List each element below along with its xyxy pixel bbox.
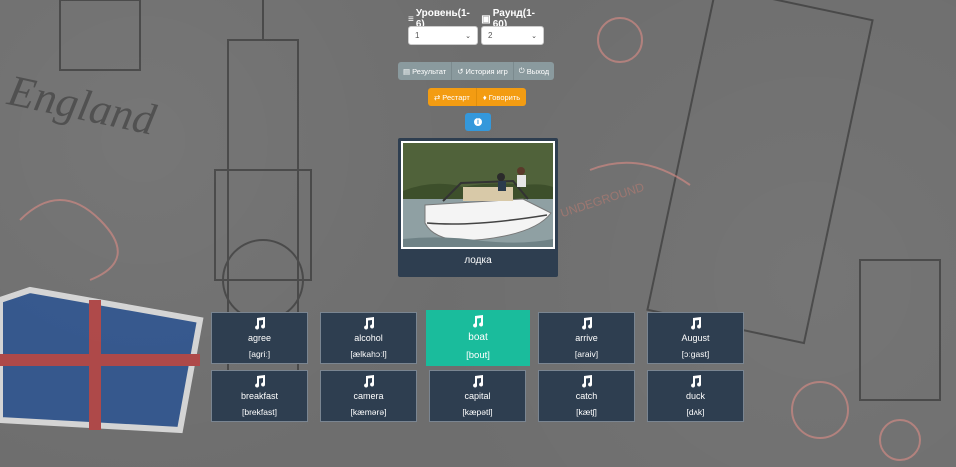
phonetic-text: [ɔːgast]	[681, 349, 710, 359]
word-tile[interactable]: capital [kæpətl]	[429, 370, 526, 422]
speak-label: Говорить	[488, 92, 521, 102]
word-text: breakfast	[240, 391, 279, 401]
info-button[interactable]: i	[465, 113, 491, 131]
music-note-icon	[427, 314, 529, 328]
word-tile[interactable]: duck [dʌk]	[647, 370, 744, 422]
boat-image	[403, 143, 553, 247]
history-icon: ↺	[457, 66, 464, 76]
phonetic-text: [kæpətl]	[462, 407, 493, 417]
underground-doodle-text: UNDEGROUND	[559, 180, 647, 220]
word-text: duck	[685, 391, 705, 401]
history-label: История игр	[465, 66, 508, 76]
word-text: August	[681, 333, 710, 343]
phonetic-text: [kætʃ]	[576, 407, 597, 417]
phonetic-text: [ælkahɔːl]	[350, 349, 387, 359]
word-text: agree	[247, 333, 272, 343]
music-note-icon	[321, 374, 416, 388]
music-note-icon	[648, 374, 743, 388]
word-tile[interactable]: August [ɔːgast]	[647, 312, 744, 364]
phonetic-text: [agriː]	[248, 349, 271, 359]
power-icon: ⏻	[518, 66, 525, 75]
game-actions: ⇄ Рестарт ♦ Говорить	[428, 88, 527, 106]
speak-button[interactable]: ♦ Говорить	[476, 88, 527, 106]
word-tile[interactable]: boat [bout]	[426, 310, 530, 366]
level-select[interactable]: 1 ⌄	[408, 26, 478, 45]
chevron-down-icon: ⌄	[531, 32, 537, 40]
word-text: catch	[575, 391, 598, 401]
word-text: camera	[353, 391, 384, 401]
word-text: boat	[468, 332, 488, 343]
phonetic-text: [kæmərə]	[350, 407, 387, 417]
word-tile[interactable]: catch [kætʃ]	[538, 370, 635, 422]
word-tile[interactable]: agree [agriː]	[211, 312, 308, 364]
restart-label: Рестарт	[442, 92, 470, 102]
music-note-icon	[539, 374, 634, 388]
history-button[interactable]: ↺ История игр	[452, 62, 514, 80]
exit-button[interactable]: ⏻ Выход	[513, 62, 555, 80]
result-button[interactable]: ▤ Результат	[398, 62, 453, 80]
main-toolbar: ▤ Результат ↺ История игр ⏻ Выход	[398, 62, 555, 80]
word-tile[interactable]: alcohol [ælkahɔːl]	[320, 312, 417, 364]
restart-button[interactable]: ⇄ Рестарт	[428, 88, 477, 106]
word-tile[interactable]: camera [kæmərə]	[320, 370, 417, 422]
music-note-icon	[321, 316, 416, 330]
word-text: capital	[464, 391, 491, 401]
exit-label: Выход	[526, 66, 550, 76]
word-text: alcohol	[354, 333, 383, 343]
translation-text: лодка	[464, 255, 492, 266]
music-note-icon	[539, 316, 634, 330]
word-text: arrive	[575, 333, 598, 343]
chart-icon: ▤	[403, 66, 411, 76]
word-tile[interactable]: arrive [araiv]	[538, 312, 635, 364]
music-note-icon	[648, 316, 743, 330]
word-card: лодка	[398, 138, 558, 277]
phonetic-text: [brekfast]	[242, 407, 277, 417]
info-icon: i	[474, 118, 482, 126]
restart-icon: ⇄	[434, 92, 441, 102]
image-icon: ▣	[481, 13, 491, 25]
word-tile[interactable]: breakfast [brekfast]	[211, 370, 308, 422]
result-label: Результат	[412, 66, 447, 76]
chevron-down-icon: ⌄	[465, 32, 471, 40]
music-note-icon	[430, 374, 525, 388]
layers-icon: ≡	[408, 13, 414, 25]
music-note-icon	[212, 316, 307, 330]
boat-photo	[401, 141, 555, 249]
microphone-icon: ♦	[482, 92, 487, 102]
phonetic-text: [bout]	[466, 350, 490, 361]
music-note-icon	[212, 374, 307, 388]
phonetic-text: [dʌk]	[686, 407, 705, 417]
level-select-value: 1	[415, 31, 420, 40]
round-select-value: 2	[488, 31, 493, 40]
england-doodle-text: England	[3, 65, 161, 144]
phonetic-text: [araiv]	[574, 349, 599, 359]
round-select[interactable]: 2 ⌄	[481, 26, 544, 45]
